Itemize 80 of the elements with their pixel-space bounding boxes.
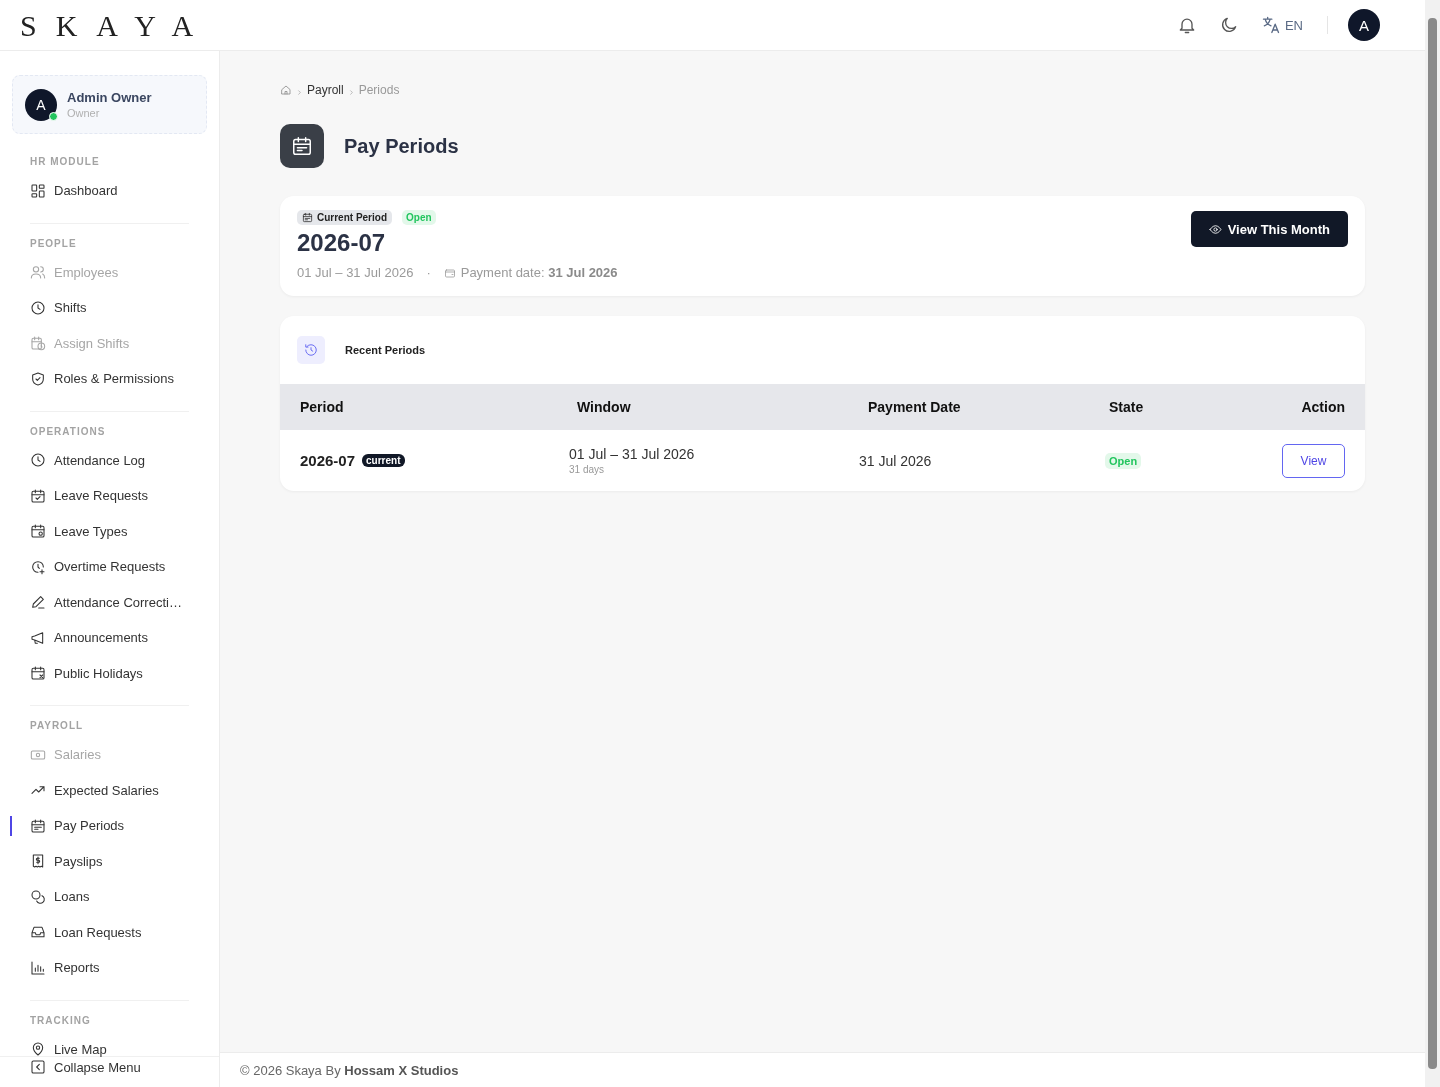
column-header: Action <box>1300 399 1346 415</box>
period-title: 2026-07 <box>297 229 387 257</box>
calendar-gear-icon <box>30 523 46 540</box>
table-cell: 31 Jul 2026 <box>859 452 932 469</box>
payment-date: Payment date: 31 Jul 2026 <box>460 265 618 280</box>
card-title: Recent Periods <box>345 344 426 356</box>
sidebar-item[interactable]: Leave Requests <box>12 478 207 514</box>
current-period-tag: Current Period <box>297 210 392 225</box>
separator-dot: · <box>426 265 431 280</box>
scrollbar[interactable] <box>1425 0 1440 1087</box>
sidebar-item[interactable]: Leave Types <box>12 513 207 549</box>
column-header: Payment Date <box>867 399 962 415</box>
calendar-check-icon <box>30 487 46 504</box>
day-count: 31 days <box>569 464 605 475</box>
section-heading: TRACKING <box>29 1014 92 1026</box>
clock-icon <box>30 299 46 316</box>
sidebar-item[interactable]: Expected Salaries <box>12 772 207 808</box>
sidebar-item[interactable]: Dashboard <box>12 173 207 209</box>
sidebar-item[interactable]: Reports <box>12 950 207 986</box>
sidebar-item[interactable]: Attendance Correcti… <box>12 584 207 620</box>
breadcrumb-current: Periods <box>358 83 400 97</box>
status-badge: Open <box>1105 452 1142 469</box>
sidebar-item[interactable]: Shifts <box>12 290 207 326</box>
section-heading: PAYROLL <box>29 720 85 731</box>
clock-icon <box>30 452 46 469</box>
sidebar-item[interactable]: Public Holidays <box>12 655 207 691</box>
page-title: Pay Periods <box>344 134 459 158</box>
calendar-icon <box>30 817 46 834</box>
wallet-icon <box>443 266 456 279</box>
sidebar-item[interactable]: Roles & Permissions <box>12 361 207 397</box>
shield-icon <box>30 370 46 387</box>
user-card[interactable]: A Admin Owner Owner <box>12 75 207 134</box>
eye-icon <box>1208 222 1222 236</box>
sidebar-item[interactable]: Pay Periods <box>12 808 207 844</box>
breadcrumb-link[interactable]: Payroll <box>307 83 344 97</box>
pen-icon <box>30 594 46 611</box>
chevron-right-icon <box>347 89 355 96</box>
map-pin-icon <box>30 1041 46 1058</box>
current-badge: current <box>362 454 405 467</box>
sidebar-item[interactable]: Payslips <box>12 843 207 879</box>
section-heading: OPERATIONS <box>29 425 107 437</box>
section-heading: HR MODULE <box>29 156 101 167</box>
user-avatar: A <box>25 88 57 121</box>
user-role: Owner <box>67 107 101 119</box>
table-cell: 2026-07 <box>300 452 356 469</box>
user-name: Admin Owner <box>67 90 152 105</box>
column-header: Window <box>576 399 632 415</box>
translate-icon <box>1260 15 1281 35</box>
view-this-month-button[interactable]: View This Month <box>1190 211 1348 247</box>
chevron-left-icon <box>30 1059 46 1075</box>
megaphone-icon <box>30 629 46 646</box>
home-icon <box>280 84 292 96</box>
calendar-x-icon <box>30 665 46 682</box>
sidebar-item[interactable]: Overtime Requests <box>12 549 207 585</box>
date-range: 01 Jul – 31 Jul 2026 <box>297 265 414 280</box>
calendar-clock-icon <box>30 335 46 352</box>
section-heading: PEOPLE <box>29 237 78 249</box>
sidebar-item[interactable]: Loans <box>12 879 207 915</box>
user-avatar[interactable]: A <box>1348 9 1380 41</box>
logo[interactable]: SKAYA <box>20 9 213 41</box>
column-header: Period <box>299 399 345 415</box>
calendar-icon <box>291 135 313 157</box>
receipt-icon <box>30 853 46 870</box>
users-icon <box>30 264 46 281</box>
coins-icon <box>30 888 46 905</box>
bar-chart-icon <box>30 959 46 976</box>
copyright-text: © 2026 Skaya By Hossam X Studios <box>240 1062 459 1078</box>
language-button[interactable]: EN <box>1256 11 1307 39</box>
column-header: State <box>1108 399 1145 415</box>
dashboard-icon <box>30 182 46 199</box>
history-icon <box>304 343 318 357</box>
chevron-right-icon <box>296 89 303 96</box>
clock-plus-icon <box>30 558 46 575</box>
status-badge: Open <box>402 210 436 225</box>
view-button[interactable]: View <box>1282 443 1345 478</box>
sidebar-item[interactable]: Announcements <box>12 620 207 656</box>
sidebar-item[interactable]: Loan Requests <box>12 914 207 950</box>
sidebar-item[interactable]: Attendance Log <box>12 442 207 478</box>
calendar-icon <box>302 212 313 223</box>
table-cell: 01 Jul – 31 Jul 2026 <box>569 446 695 462</box>
